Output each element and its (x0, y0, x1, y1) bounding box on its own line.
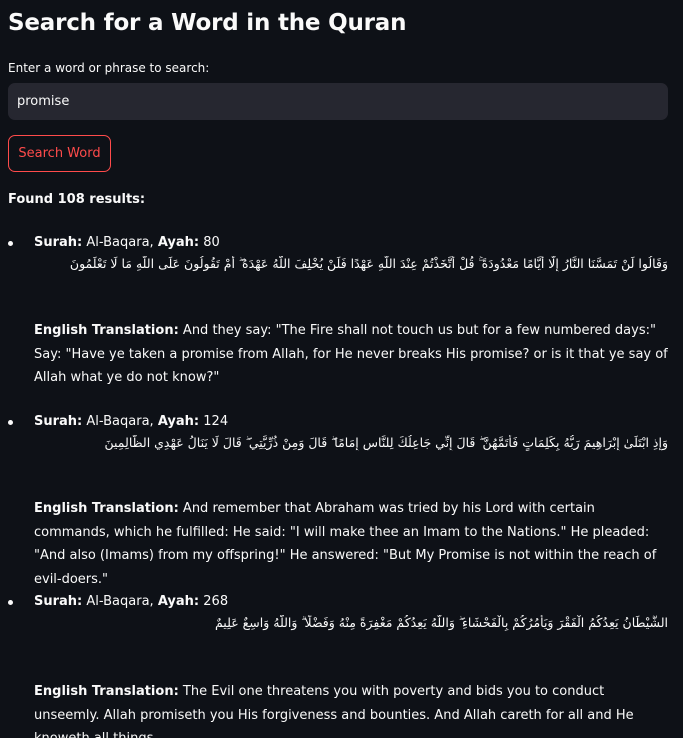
result-reference: Surah: Al-Baqara, Ayah: 80 (34, 235, 220, 250)
translation-label: English Translation: (34, 684, 179, 699)
bullet-icon (8, 420, 13, 425)
ayah-number: 268 (203, 594, 229, 609)
translation-label: English Translation: (34, 323, 179, 338)
arabic-verse: وَقَالُوا لَنْ تَمَسَّنَا النَّارُ إِلَّ… (69, 256, 668, 271)
result-reference: Surah: Al-Baqara, Ayah: 124 (34, 414, 228, 429)
page-title: Search for a Word in the Quran (8, 10, 407, 36)
ayah-number: 124 (203, 414, 229, 429)
bullet-icon (8, 600, 13, 605)
app-page: Search for a Word in the Quran Enter a w… (0, 0, 683, 738)
arabic-verse: الشَّيْطَانُ يَعِدُكُمُ الْفَقْرَ وَيَأْ… (214, 615, 668, 630)
surah-label: Surah: (34, 235, 83, 250)
english-translation: English Translation: And they say: "The … (34, 319, 670, 390)
surah-name: Al-Baqara, (86, 594, 154, 609)
result-item: Surah: Al-Baqara, Ayah: 80 وَقَالُوا لَن… (0, 235, 683, 385)
results-count: Found 108 results: (8, 192, 146, 207)
bullet-icon (8, 241, 13, 246)
english-translation: English Translation: The Evil one threat… (34, 680, 670, 738)
translation-label: English Translation: (34, 501, 179, 516)
surah-label: Surah: (34, 414, 83, 429)
arabic-verse: وَإِذِ ابْتَلَىٰ إِبْرَاهِيمَ رَبُّهُ بِ… (104, 435, 669, 450)
surah-name: Al-Baqara, (86, 235, 154, 250)
search-word-button[interactable]: Search Word (8, 135, 111, 172)
ayah-number: 80 (203, 235, 220, 250)
ayah-label: Ayah: (157, 235, 200, 250)
result-item: Surah: Al-Baqara, Ayah: 268 الشَّيْطَانُ… (0, 594, 683, 738)
result-item: Surah: Al-Baqara, Ayah: 124 وَإِذِ ابْتَ… (0, 414, 683, 587)
surah-label: Surah: (34, 594, 83, 609)
search-input[interactable] (8, 83, 668, 120)
result-reference: Surah: Al-Baqara, Ayah: 268 (34, 594, 228, 609)
ayah-label: Ayah: (157, 594, 200, 609)
english-translation: English Translation: And remember that A… (34, 497, 670, 591)
search-input-label: Enter a word or phrase to search: (8, 61, 210, 75)
surah-name: Al-Baqara, (86, 414, 154, 429)
ayah-label: Ayah: (157, 414, 200, 429)
